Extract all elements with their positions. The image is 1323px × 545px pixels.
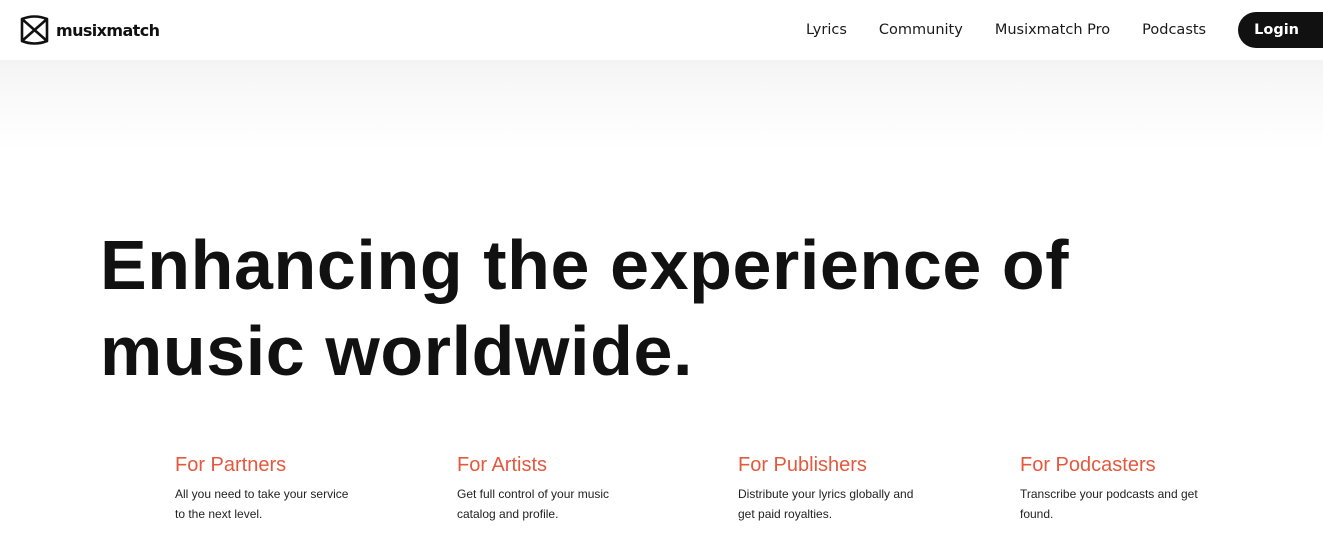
hero-headline: Enhancing the experience of music worldw… <box>100 222 1200 394</box>
feature-title[interactable]: For Partners <box>175 452 375 478</box>
main-nav: Lyrics Community Musixmatch Pro Podcasts… <box>806 0 1323 60</box>
feature-artists[interactable]: For Artists Get full control of your mus… <box>457 452 657 524</box>
feature-description: Get full control of your music catalog a… <box>457 487 610 521</box>
site-header: musixmatch Lyrics Community Musixmatch P… <box>0 0 1323 60</box>
nav-link-community[interactable]: Community <box>879 22 963 38</box>
brand-name: musixmatch <box>56 20 160 40</box>
feature-description: All you need to take your service to the… <box>175 487 349 521</box>
nav-link-podcasts[interactable]: Podcasts <box>1142 22 1206 38</box>
audience-features: For Partners All you need to take your s… <box>175 452 1323 542</box>
feature-description: Transcribe your podcasts and get found. <box>1020 487 1198 521</box>
hero-headline-line-1: Enhancing the experience of <box>100 226 1070 304</box>
feature-podcasters[interactable]: For Podcasters Transcribe your podcasts … <box>1020 452 1220 524</box>
nav-link-lyrics[interactable]: Lyrics <box>806 22 847 38</box>
feature-title[interactable]: For Publishers <box>738 452 938 478</box>
header-shadow <box>0 60 1323 150</box>
feature-title[interactable]: For Artists <box>457 452 657 478</box>
login-button[interactable]: Login <box>1238 12 1323 48</box>
feature-partners[interactable]: For Partners All you need to take your s… <box>175 452 375 524</box>
musixmatch-logo-icon <box>19 15 50 45</box>
feature-description: Distribute your lyrics globally and get … <box>738 487 914 521</box>
feature-title[interactable]: For Podcasters <box>1020 452 1220 478</box>
hero-headline-line-2: music worldwide. <box>100 312 694 390</box>
brand-logo[interactable]: musixmatch <box>19 15 160 45</box>
nav-link-musixmatch-pro[interactable]: Musixmatch Pro <box>995 22 1110 38</box>
feature-publishers[interactable]: For Publishers Distribute your lyrics gl… <box>738 452 938 524</box>
